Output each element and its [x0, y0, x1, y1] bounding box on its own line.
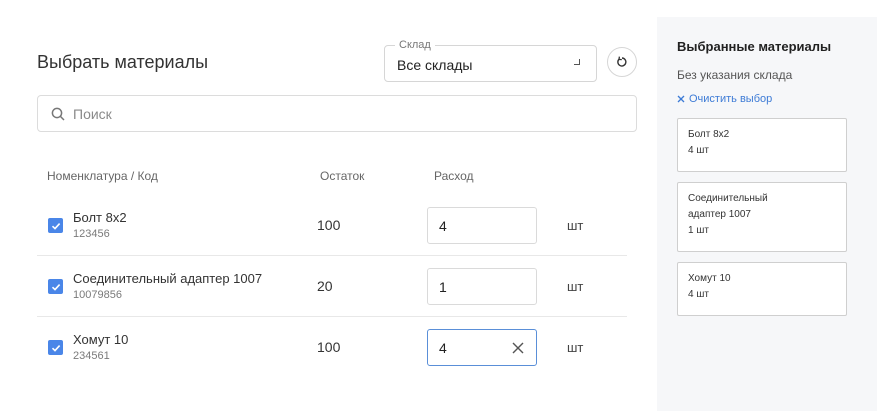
- column-header-name: Номенклатура / Код: [47, 169, 158, 183]
- warehouse-select[interactable]: Склад Все склады: [384, 39, 597, 82]
- column-header-consumption: Расход: [434, 169, 474, 183]
- column-header-stock: Остаток: [320, 169, 365, 183]
- warehouse-value: Все склады: [397, 57, 473, 73]
- check-icon: [51, 344, 60, 352]
- refresh-icon: [617, 56, 627, 67]
- card-name-line2: адаптер 1007: [688, 209, 751, 220]
- selected-card[interactable]: Соединительный адаптер 1007 1 шт: [677, 182, 847, 252]
- item-code: 234561: [73, 350, 110, 362]
- warehouse-label: Склад: [395, 39, 435, 52]
- item-name: Соединительный адаптер 1007: [73, 271, 263, 286]
- clear-selection-button[interactable]: Очистить выбор: [677, 93, 772, 105]
- search-input[interactable]: [73, 96, 623, 131]
- card-qty: 1 шт: [688, 225, 709, 236]
- refresh-button[interactable]: [607, 47, 637, 77]
- selected-subtitle: Без указания склада: [677, 68, 793, 82]
- quantity-input[interactable]: [439, 269, 509, 304]
- card-name: Хомут 10: [688, 273, 731, 284]
- table-row: Хомут 10 234561 100 шт: [37, 317, 627, 378]
- row-checkbox[interactable]: [48, 218, 63, 233]
- item-stock: 100: [317, 217, 341, 233]
- quantity-input[interactable]: [439, 330, 509, 365]
- material-picker: Выбрать материалы Склад Все склады Номен…: [0, 0, 657, 411]
- item-unit: шт: [567, 279, 584, 294]
- row-checkbox[interactable]: [48, 279, 63, 294]
- check-icon: [51, 283, 60, 291]
- selected-card[interactable]: Хомут 10 4 шт: [677, 262, 847, 316]
- selected-title: Выбранные материалы: [677, 39, 832, 54]
- page-title: Выбрать материалы: [37, 52, 209, 72]
- clear-selection-label: Очистить выбор: [689, 93, 773, 105]
- item-name: Болт 8x2: [73, 210, 127, 225]
- item-name: Хомут 10: [73, 332, 129, 347]
- item-unit: шт: [567, 218, 584, 233]
- quantity-field[interactable]: [427, 268, 537, 305]
- item-stock: 20: [317, 278, 333, 294]
- check-icon: [51, 222, 60, 230]
- close-icon: [677, 95, 685, 103]
- quantity-field[interactable]: [427, 207, 537, 244]
- quantity-field[interactable]: [427, 329, 537, 366]
- item-code: 123456: [73, 228, 110, 240]
- selected-card[interactable]: Болт 8x2 4 шт: [677, 118, 847, 172]
- card-qty: 4 шт: [688, 289, 709, 300]
- item-code: 10079856: [73, 289, 122, 301]
- card-name-line1: Соединительный: [688, 193, 768, 204]
- table-row: Болт 8x2 123456 100 шт: [37, 195, 627, 256]
- search-field[interactable]: [37, 95, 637, 132]
- search-icon: [51, 107, 65, 121]
- quantity-input[interactable]: [439, 208, 509, 243]
- item-unit: шт: [567, 340, 584, 355]
- selected-materials-panel: Выбранные материалы Без указания склада …: [657, 17, 877, 411]
- row-checkbox[interactable]: [48, 340, 63, 355]
- card-qty: 4 шт: [688, 145, 709, 156]
- dropdown-arrow-icon: [574, 59, 580, 65]
- table-row: Соединительный адаптер 1007 10079856 20 …: [37, 256, 627, 317]
- item-stock: 100: [317, 339, 341, 355]
- close-icon[interactable]: [511, 341, 525, 355]
- card-name: Болт 8x2: [688, 129, 730, 140]
